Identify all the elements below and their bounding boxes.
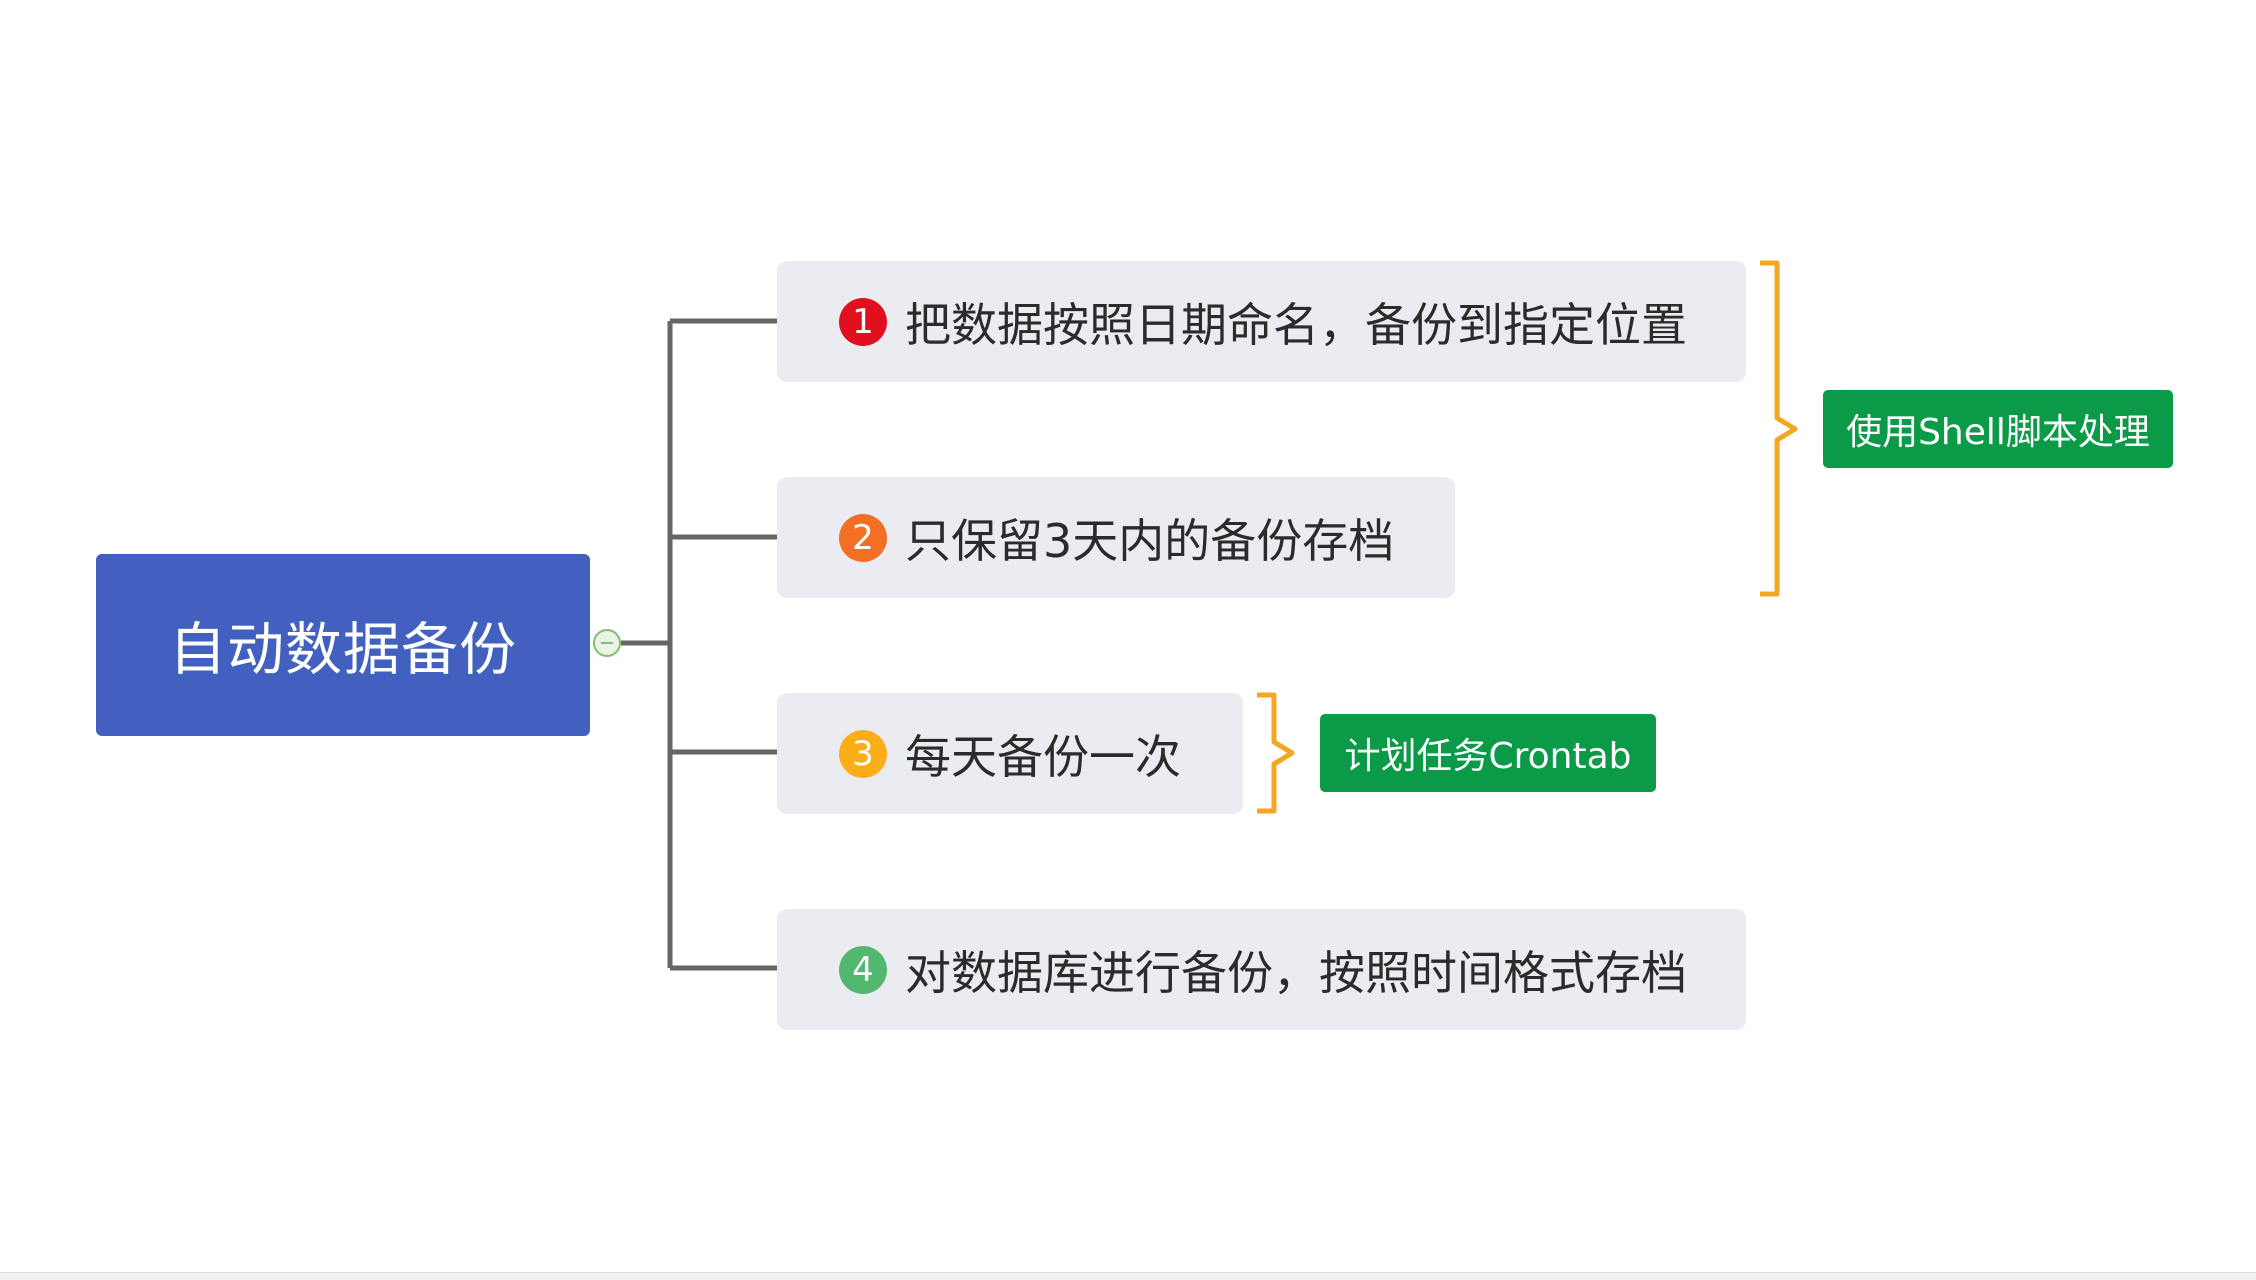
summary-bracket-2 (1257, 692, 1295, 814)
mind-map-canvas: 自动数据备份 1 把数据按照日期命名，备份到指定位置 2 只保留3天内的备份存档… (0, 0, 2256, 1280)
summary-topic-label: 使用Shell脚本处理 (1846, 412, 2150, 453)
number-4-marker-icon: 4 (839, 945, 887, 994)
branch-topic-3[interactable]: 3 每天备份一次 (777, 693, 1243, 814)
number-1-marker-icon: 1 (839, 297, 887, 346)
collapse-toggle-button[interactable] (593, 629, 621, 657)
summary-topic-crontab[interactable]: 计划任务Crontab (1320, 714, 1656, 792)
branch-topic-label: 每天备份一次 (905, 729, 1181, 784)
summary-bracket-1 (1760, 260, 1798, 597)
branch-topic-2[interactable]: 2 只保留3天内的备份存档 (777, 477, 1455, 598)
bottom-scrollbar-strip (0, 1272, 2256, 1280)
number-2-marker-icon: 2 (839, 513, 887, 562)
root-topic-label: 自动数据备份 (169, 617, 517, 683)
branch-topic-1[interactable]: 1 把数据按照日期命名，备份到指定位置 (777, 261, 1746, 382)
branch-topic-label: 只保留3天内的备份存档 (905, 513, 1395, 568)
root-topic[interactable]: 自动数据备份 (96, 554, 590, 736)
summary-topic-shell[interactable]: 使用Shell脚本处理 (1823, 390, 2173, 468)
summary-topic-label: 计划任务Crontab (1344, 736, 1632, 777)
branch-topic-label: 对数据库进行备份，按照时间格式存档 (905, 945, 1687, 1000)
branch-topic-label: 把数据按照日期命名，备份到指定位置 (905, 297, 1687, 352)
branch-topic-4[interactable]: 4 对数据库进行备份，按照时间格式存档 (777, 909, 1746, 1030)
number-3-marker-icon: 3 (839, 729, 887, 778)
